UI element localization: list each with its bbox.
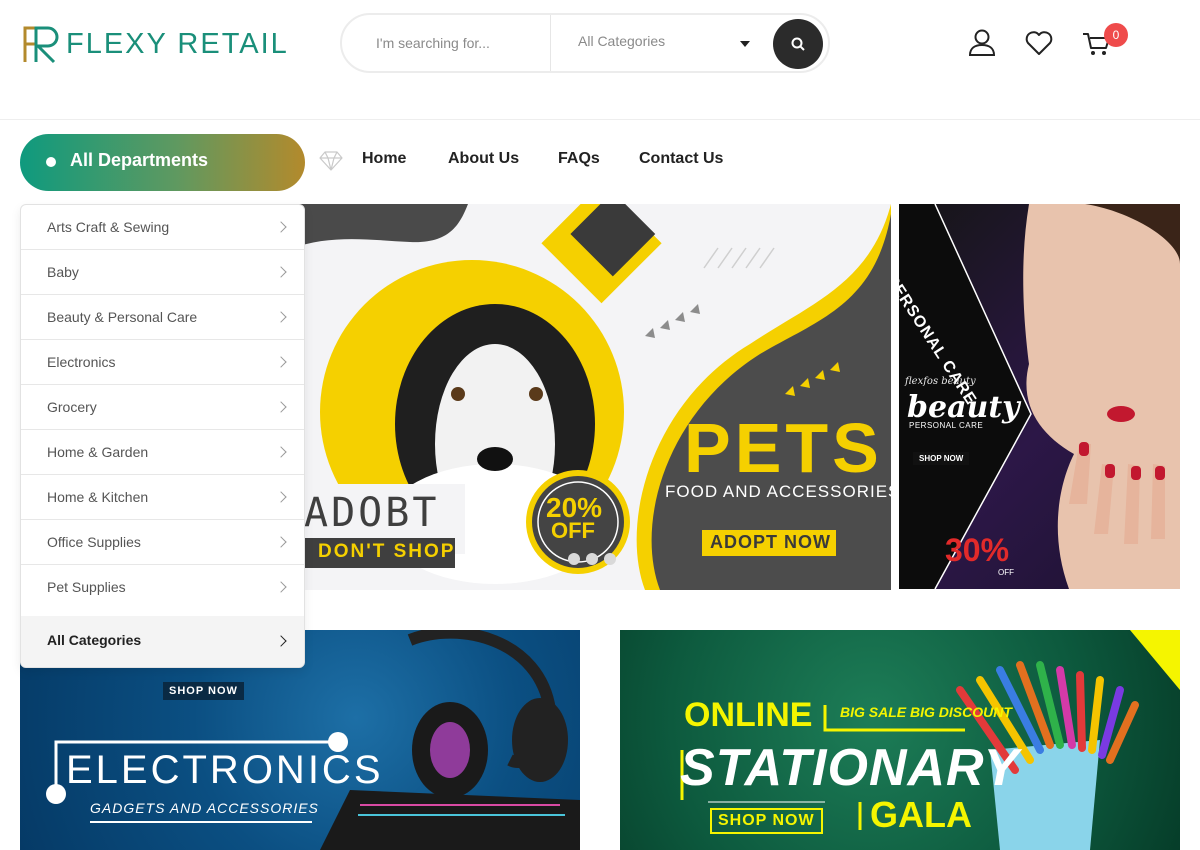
beauty-script-top: flexfos beauty (905, 376, 976, 387)
dept-item-grocery[interactable]: Grocery (21, 385, 304, 430)
wishlist-button[interactable] (1022, 26, 1056, 60)
pets-adopt-now-button[interactable]: ADOPT NOW (710, 532, 831, 553)
beauty-discount-text: 30% (945, 532, 1010, 568)
dept-all-categories[interactable]: All Categories (21, 616, 304, 667)
pets-adopt-text: ADOBT (304, 490, 440, 536)
chevron-right-icon (275, 311, 287, 323)
beauty-off-text: OFF (998, 568, 1014, 577)
pets-headline: PETS (684, 409, 883, 487)
category-select[interactable]: All Categories (578, 33, 758, 49)
dept-item-arts-craft-sewing[interactable]: Arts Craft & Sewing (21, 205, 304, 250)
stationary-banner[interactable]: ONLINE BIG SALE BIG DISCOUNT STATIONARY … (620, 630, 1180, 850)
site-header: FLEXY RETAIL All Categories 0 (0, 0, 1200, 120)
dept-item-label: Home & Kitchen (47, 489, 149, 505)
chevron-right-icon (275, 635, 287, 647)
dept-item-baby[interactable]: Baby (21, 250, 304, 295)
dept-item-pet-supplies[interactable]: Pet Supplies (21, 565, 304, 610)
search-divider (550, 15, 551, 71)
dept-item-office-supplies[interactable]: Office Supplies (21, 520, 304, 565)
search-button[interactable] (773, 19, 823, 69)
dept-all-label: All Categories (47, 632, 142, 648)
chevron-right-icon (275, 536, 287, 548)
all-departments-label: All Departments (70, 150, 209, 170)
dept-item-beauty-personal-care[interactable]: Beauty & Personal Care (21, 295, 304, 340)
user-icon (968, 29, 996, 56)
beauty-banner[interactable]: PERSONAL CARE flexfos beauty beauty PERS… (899, 204, 1180, 589)
cart-count-badge: 0 (1104, 23, 1128, 47)
logo-mark-icon (23, 26, 59, 64)
nav-home-link[interactable]: Home (362, 150, 406, 168)
brand-name: FLEXY RETAIL (66, 27, 289, 60)
chevron-right-icon (275, 401, 287, 413)
nav-about-link[interactable]: About Us (448, 150, 519, 168)
dept-item-label: Baby (47, 264, 79, 280)
dept-item-label: Electronics (47, 354, 116, 370)
nav-contact-link[interactable]: Contact Us (639, 150, 723, 168)
stationary-tag-text: BIG SALE BIG DISCOUNT (840, 704, 1012, 720)
dept-item-home-kitchen[interactable]: Home & Kitchen (21, 475, 304, 520)
dept-item-label: Home & Garden (47, 444, 149, 460)
electronics-shop-now-button[interactable]: SHOP NOW (163, 682, 244, 700)
chevron-right-icon (275, 581, 287, 593)
dept-item-label: Pet Supplies (47, 579, 126, 595)
dept-item-electronics[interactable]: Electronics (21, 340, 304, 385)
dept-item-label: Arts Craft & Sewing (47, 219, 170, 235)
stationary-headline: STATIONARY (680, 739, 1020, 797)
beauty-sub-text: PERSONAL CARE (909, 421, 984, 430)
dept-item-label: Beauty & Personal Care (47, 309, 198, 325)
chevron-right-icon (275, 221, 287, 233)
electronics-headline: ELECTRONICS (66, 748, 384, 792)
stationary-shop-now-button[interactable]: SHOP NOW (710, 808, 823, 834)
pets-discount-off-text: OFF (551, 518, 595, 543)
pets-banner[interactable]: ADOBT DON'T SHOP 20% OFF PETS FOOD AND A… (290, 204, 891, 590)
stationary-gala-text: GALA (870, 794, 972, 835)
dept-item-label: Grocery (47, 399, 97, 415)
dept-item-home-garden[interactable]: Home & Garden (21, 430, 304, 475)
pets-dont-shop-text: DON'T SHOP (318, 541, 456, 562)
diamond-icon (319, 151, 343, 171)
search-bar: All Categories (340, 13, 830, 73)
departments-menu: Arts Craft & Sewing Baby Beauty & Person… (20, 204, 305, 668)
stationary-online-text: ONLINE (684, 696, 813, 734)
chevron-right-icon (275, 266, 287, 278)
search-input[interactable] (354, 21, 549, 65)
electronics-subheadline: GADGETS AND ACCESSORIES (90, 800, 319, 816)
all-departments-button[interactable]: All Departments (20, 134, 305, 191)
nav-faqs-link[interactable]: FAQs (558, 150, 600, 168)
account-button[interactable] (965, 26, 999, 60)
heart-icon (1025, 31, 1053, 55)
brand-logo[interactable]: FLEXY RETAIL (22, 24, 289, 64)
dept-item-label: Office Supplies (47, 534, 141, 550)
chevron-right-icon (275, 446, 287, 458)
search-icon (791, 37, 805, 51)
chevron-right-icon (275, 356, 287, 368)
chevron-right-icon (275, 491, 287, 503)
pets-subheadline: FOOD AND ACCESSORIES (665, 482, 891, 501)
beauty-script-text: beauty (907, 390, 1020, 425)
bullet-icon (46, 157, 56, 167)
caret-down-icon[interactable] (740, 41, 750, 47)
beauty-shop-now-button[interactable]: SHOP NOW (913, 452, 970, 465)
